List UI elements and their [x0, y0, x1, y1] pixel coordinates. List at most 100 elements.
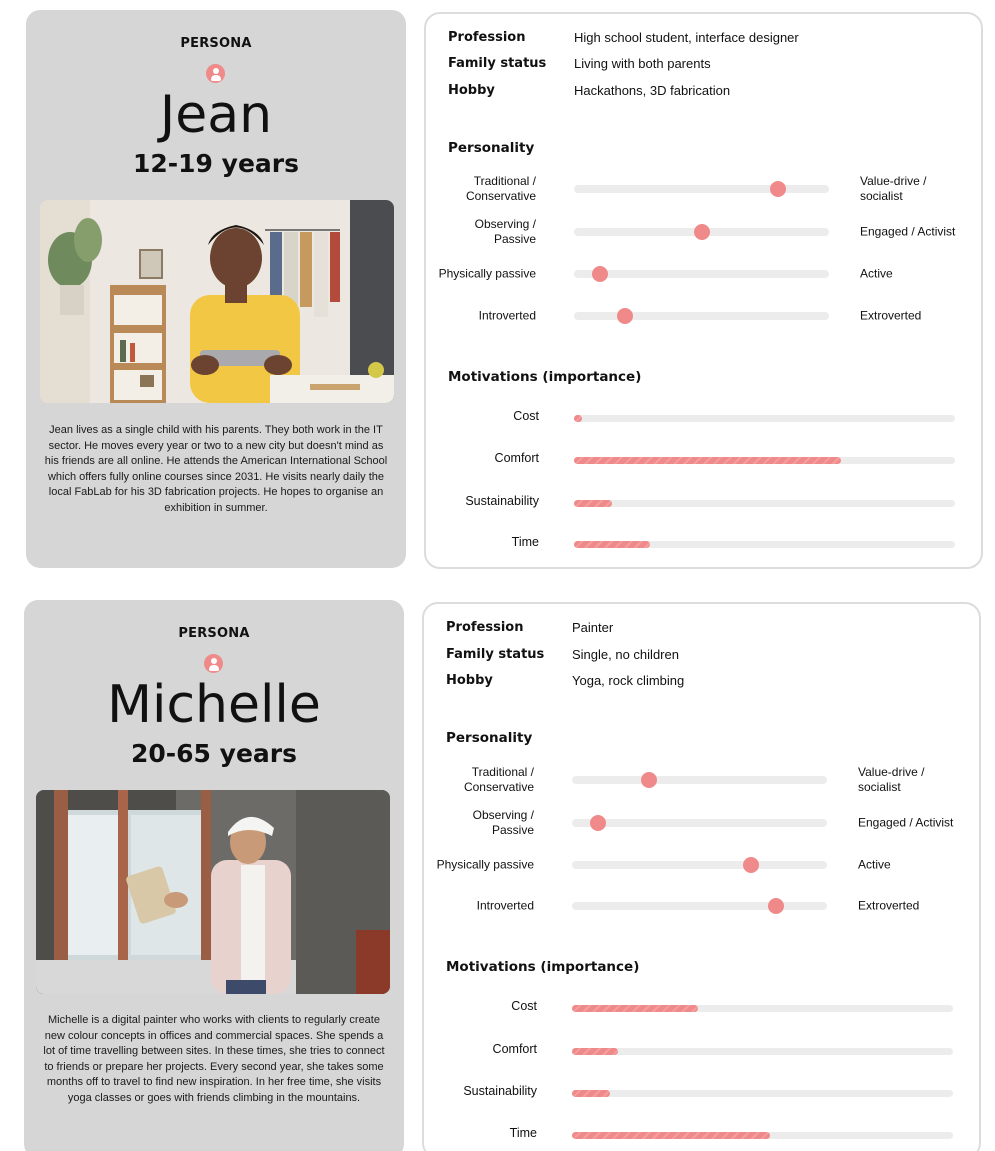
trait-left-label: Introverted [476, 898, 534, 913]
motivation-row: Sustainability [426, 493, 981, 513]
user-icon [206, 64, 225, 83]
trait-row: Observing / Passive Engaged / Activist [424, 806, 979, 840]
trait-slider [574, 308, 829, 324]
trait-right-label: Active [860, 266, 893, 281]
trait-left-label: Traditional / Conservative [465, 174, 536, 203]
trait-right-label: Extroverted [860, 308, 922, 323]
motivation-fill [572, 1090, 611, 1097]
trait-row: Physically passive Active [426, 257, 981, 291]
user-icon [204, 654, 223, 673]
motivation-bar [574, 415, 955, 422]
motivation-label: Comfort [494, 451, 539, 465]
profession-key: Profession [448, 30, 526, 45]
motivation-fill [572, 1132, 771, 1139]
motivation-bar [572, 1048, 953, 1055]
trait-right-label: Engaged / Activist [860, 224, 956, 239]
persona-bio: Michelle is a digital painter who works … [43, 1014, 385, 1104]
motivation-label: Time [511, 535, 539, 549]
persona-summary-card: PERSONA Michelle 20-65 years Michelle is… [24, 600, 404, 1151]
trait-right-label: Value-drive / socialist [858, 765, 925, 794]
trait-right-label: Engaged / Activist [858, 815, 954, 830]
motivation-row: Comfort [426, 450, 981, 470]
trait-slider [574, 224, 829, 240]
motivation-label: Sustainability [463, 1084, 537, 1098]
trait-left-label: Observing / Passive [474, 217, 536, 246]
trait-slider [572, 898, 827, 914]
trait-marker [693, 224, 710, 240]
trait-marker [742, 857, 759, 873]
motivation-row: Cost [426, 408, 981, 428]
trait-slider [572, 815, 827, 831]
persona-jean: PERSONA Jean 12-19 years Jean lives as a… [0, 0, 995, 570]
trait-slider [574, 181, 829, 197]
motivation-fill [574, 541, 651, 548]
motivation-bar [574, 541, 955, 548]
trait-row: Traditional / Conservative Value-drive /… [424, 763, 979, 797]
profession-key: Profession [446, 620, 524, 635]
motivation-row: Cost [424, 998, 979, 1018]
trait-slider [572, 857, 827, 873]
trait-right-label: Extroverted [858, 898, 920, 913]
persona-details-card: Profession Painter Family status Single,… [422, 602, 981, 1151]
trait-marker [589, 815, 606, 831]
persona-photo [40, 200, 394, 403]
motivation-bar [574, 457, 955, 464]
persona-name: Jean [159, 85, 273, 145]
persona-age: 20-65 years [131, 739, 297, 768]
persona-details-card: Profession High school student, interfac… [424, 12, 983, 569]
hobby-key: Hobby [446, 673, 493, 688]
personality-title: Personality [446, 730, 533, 746]
trait-marker [768, 898, 784, 914]
persona-label: PERSONA [178, 626, 250, 641]
trait-right-label: Active [858, 857, 891, 872]
motivations-title: Motivations (importance) [448, 369, 642, 385]
trait-row: Observing / Passive Engaged / Activist [426, 215, 981, 249]
trait-left-label: Introverted [478, 308, 536, 323]
family-value: Living with both parents [574, 56, 711, 71]
motivation-bar [572, 1005, 953, 1012]
hobby-value: Hackathons, 3D fabrication [574, 83, 731, 98]
trait-row: Introverted Extroverted [424, 889, 979, 923]
persona-michelle: PERSONA Michelle 20-65 years Michelle is… [0, 590, 995, 1151]
motivation-fill [572, 1005, 698, 1012]
motivations-title: Motivations (importance) [446, 959, 640, 975]
hobby-value: Yoga, rock climbing [572, 673, 685, 688]
motivation-row: Sustainability [424, 1083, 979, 1103]
trait-row: Physically passive Active [424, 848, 979, 882]
profession-value: Painter [572, 620, 614, 635]
trait-left-label: Traditional / Conservative [463, 765, 534, 794]
motivation-bar [572, 1090, 953, 1097]
motivation-fill [574, 415, 582, 422]
family-key: Family status [446, 647, 545, 662]
persona-age: 12-19 years [133, 149, 299, 178]
trait-row: Traditional / Conservative Value-drive /… [426, 172, 981, 206]
trait-left-label: Physically passive [436, 857, 534, 872]
trait-slider [572, 772, 827, 788]
family-value: Single, no children [572, 647, 679, 662]
persona-bio: Jean lives as a single child with his pa… [44, 424, 388, 514]
profession-value: High school student, interface designer [574, 30, 799, 45]
motivation-fill [574, 500, 613, 507]
motivation-label: Time [509, 1126, 537, 1140]
persona-summary-card: PERSONA Jean 12-19 years Jean lives as a… [26, 10, 406, 568]
trait-marker [640, 772, 657, 788]
trait-marker [770, 181, 786, 197]
motivation-bar [572, 1132, 953, 1139]
motivation-row: Time [426, 534, 981, 554]
hobby-key: Hobby [448, 83, 495, 98]
trait-left-label: Observing / Passive [472, 808, 534, 837]
trait-left-label: Physically passive [438, 266, 536, 281]
personality-title: Personality [448, 140, 535, 156]
trait-right-label: Value-drive / socialist [860, 174, 927, 203]
motivation-bar [574, 500, 955, 507]
persona-name: Michelle [107, 675, 321, 735]
motivation-row: Comfort [424, 1041, 979, 1061]
family-key: Family status [448, 56, 547, 71]
trait-marker [617, 308, 633, 324]
motivation-label: Cost [513, 409, 539, 423]
motivation-row: Time [424, 1125, 979, 1145]
motivation-label: Sustainability [465, 494, 539, 508]
motivation-fill [572, 1048, 618, 1055]
motivation-fill [574, 457, 841, 464]
trait-marker [591, 266, 608, 282]
